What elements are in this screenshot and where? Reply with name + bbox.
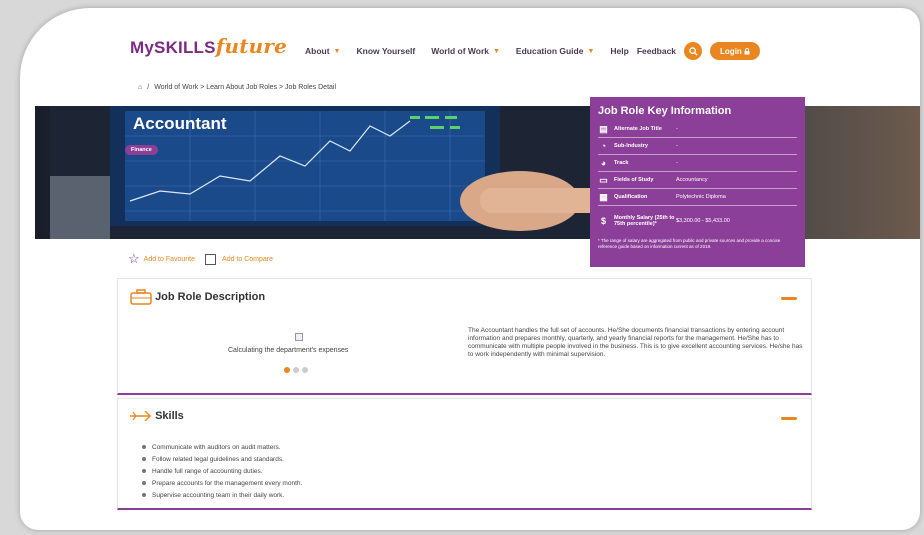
list-item: Follow related legal guidelines and stan…: [142, 453, 302, 465]
key-info-fields-of-study: ▭ Fields of Study Accountancy: [598, 172, 797, 189]
site-header: MySKILLSfuture About ▼ Know Yourself Worl…: [20, 8, 920, 78]
chevron-down-icon: ▼: [333, 47, 341, 55]
job-description-text: The Accountant handles the full set of a…: [468, 327, 803, 358]
list-item: Handle full range of accounting duties.: [142, 465, 302, 477]
bullet-icon: [142, 457, 146, 461]
industry-tag[interactable]: Finance: [125, 145, 158, 155]
key-info-title: Job Role Key Information: [598, 105, 732, 117]
skills-panel: Skills Communicate with auditors on audi…: [117, 398, 812, 510]
certificate-icon: ▦: [599, 191, 608, 202]
carousel-dots[interactable]: [284, 367, 311, 373]
pie-icon: ◔: [600, 141, 607, 151]
nav-feedback[interactable]: Feedback: [637, 46, 676, 56]
book-icon: ▭: [599, 174, 608, 185]
list-item: Prepare accounts for the management ever…: [142, 477, 302, 489]
nav-world-of-work[interactable]: World of Work ▼: [431, 46, 500, 56]
key-info-qualification: ▦ Qualification Polytechnic Diploma: [598, 189, 797, 206]
description-image: [295, 333, 303, 341]
key-info-track: ◕ Track -: [598, 155, 797, 172]
breadcrumb-path[interactable]: World of Work > Learn About Job Roles > …: [154, 84, 336, 91]
bullet-icon: [142, 469, 146, 473]
bullet-icon: [142, 445, 146, 449]
nav-know-yourself[interactable]: Know Yourself: [356, 46, 415, 56]
briefcase-icon: [130, 289, 152, 305]
briefcase-icon: ▤: [599, 123, 608, 134]
job-title: Accountant: [133, 114, 227, 133]
home-icon[interactable]: ⌂: [138, 84, 142, 91]
lock-icon: [744, 47, 750, 54]
add-to-compare-link[interactable]: Add to Compare: [222, 256, 273, 263]
breadcrumb: ⌂ / World of Work > Learn About Job Role…: [138, 84, 337, 91]
page-frame: MySKILLSfuture About ▼ Know Yourself Worl…: [20, 8, 920, 530]
add-to-favourite-link[interactable]: Add to Favourite: [144, 256, 195, 263]
job-description-panel: Job Role Description Calculating the dep…: [117, 278, 812, 395]
dollar-icon: $: [600, 216, 606, 226]
key-info-monthly-salary: $ Monthly Salary (25th to 75th percentil…: [598, 206, 797, 236]
track-icon: ◕: [600, 158, 607, 168]
collapse-skills-button[interactable]: [781, 417, 797, 420]
salary-note: * The range of salary are aggregated fro…: [598, 238, 781, 249]
nav-about[interactable]: About ▼: [305, 46, 340, 56]
list-item: Communicate with auditors on audit matte…: [142, 441, 302, 453]
list-item: Supervise accounting team in their daily…: [142, 489, 302, 501]
carousel-dot[interactable]: [302, 367, 308, 373]
star-icon[interactable]: ☆: [128, 251, 140, 267]
job-description-header[interactable]: Job Role Description: [130, 289, 265, 305]
main-nav: About ▼ Know Yourself World of Work ▼ Educ…: [305, 42, 761, 60]
chevron-down-icon: ▼: [587, 47, 595, 55]
bullet-icon: [142, 493, 146, 497]
search-button[interactable]: [684, 42, 703, 60]
compare-checkbox[interactable]: [205, 253, 217, 265]
login-button[interactable]: Login: [710, 42, 761, 60]
nav-help[interactable]: Help: [610, 46, 628, 56]
key-info-sub-industry: ◔ Sub-Industry -: [598, 138, 797, 155]
chevron-down-icon: ▼: [492, 47, 500, 55]
skills-header[interactable]: Skills: [130, 409, 184, 423]
skills-list: Communicate with auditors on audit matte…: [142, 441, 302, 501]
image-caption: Calculating the department's expenses: [228, 347, 349, 354]
carousel-dot[interactable]: [293, 367, 299, 373]
bullet-icon: [142, 481, 146, 485]
myskillsfuture-logo[interactable]: MySKILLSfuture: [130, 34, 287, 58]
carousel-dot[interactable]: [284, 367, 290, 373]
nav-education-guide[interactable]: Education Guide ▼: [516, 46, 594, 56]
search-icon: [688, 46, 698, 56]
collapse-description-button[interactable]: [781, 297, 797, 300]
job-actions: ☆ Add to Favourite Add to Compare: [128, 251, 273, 267]
arrow-target-icon: [130, 410, 151, 422]
key-info-panel: Job Role Key Information ▤ Alternate Job…: [590, 97, 805, 267]
key-info-alternate-title: ▤ Alternate Job Title -: [598, 121, 797, 138]
